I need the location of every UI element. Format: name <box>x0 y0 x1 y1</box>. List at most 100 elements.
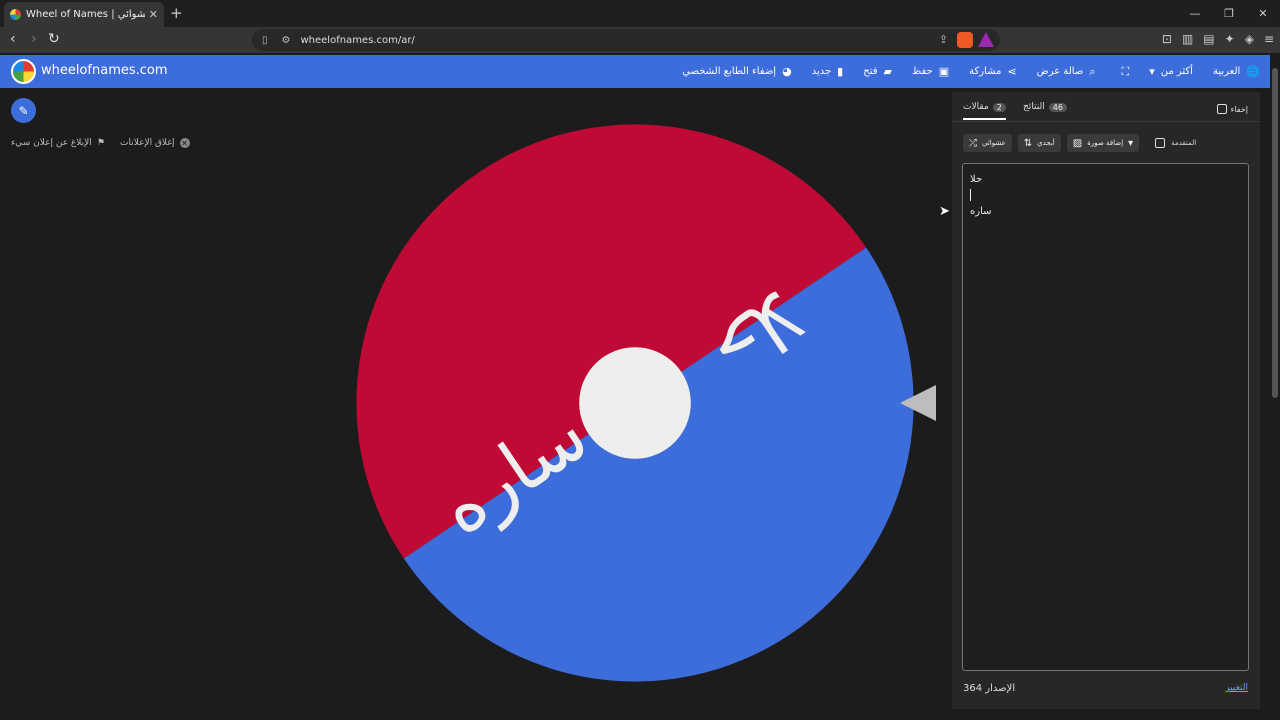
menu-item[interactable]: ⛶ <box>1115 65 1129 79</box>
entry-line-empty <box>970 188 1241 204</box>
close-window-button[interactable]: ✕ <box>1246 0 1280 27</box>
brave-shields-icon[interactable] <box>957 32 973 48</box>
share-page-icon[interactable]: ⇪ <box>939 33 948 46</box>
rewards-icon[interactable] <box>978 32 994 47</box>
wheel-center[interactable] <box>579 347 691 459</box>
tab-entries-label: مقالات <box>963 102 989 112</box>
site-logo[interactable] <box>11 59 36 84</box>
entry-line: ساره <box>970 206 992 217</box>
entries-toolbar: عشوائي ⤮ أبجدي ⇅ ▾ إضافة صورة ▨ المتقدمة <box>963 134 1196 152</box>
tab-results[interactable]: 46 النتائج <box>1023 102 1067 112</box>
panel-tabs: 2 مقالات 46 النتائج إخفاء <box>952 92 1260 122</box>
search-icon: ⌕ <box>1089 64 1096 78</box>
new-tab-button[interactable]: + <box>170 4 183 22</box>
sort-icon: ⇅ <box>1023 137 1033 149</box>
menu-item-label: إضفاء الطابع الشخصي <box>682 66 777 77</box>
page-scrollbar[interactable] <box>1272 68 1278 398</box>
url-text[interactable]: wheelofnames.com/ar/ <box>300 35 414 46</box>
hide-label: إخفاء <box>1230 104 1248 114</box>
file-icon: ▮ <box>837 65 844 78</box>
tab-entries[interactable]: 2 مقالات <box>963 102 1006 120</box>
browser-toolbar: ‹ › ↻ ▯ ⚙ wheelofnames.com/ar/ ⇪ ⊡ ▥ ▤ ✦… <box>0 27 1280 53</box>
address-bar[interactable]: ▯ ⚙ wheelofnames.com/ar/ ⇪ <box>252 29 1000 51</box>
shuffle-icon: ⤮ <box>969 137 977 149</box>
forward-icon[interactable]: › <box>31 31 37 47</box>
bookmark-icon[interactable]: ▯ <box>262 35 268 46</box>
site-name[interactable]: wheelofnames.com <box>41 63 168 78</box>
menu-item[interactable]: ⌕ صالة عرض <box>1037 65 1096 79</box>
edit-button[interactable]: ✎ <box>11 98 36 123</box>
restore-button[interactable]: ❐ <box>1212 0 1246 27</box>
close-ads-label: إغلاق الإعلانات <box>120 138 175 148</box>
menu-item-label: العربية <box>1212 66 1241 77</box>
wheel[interactable]: ساره حلا <box>356 124 914 682</box>
window-controls: — ❐ ✕ <box>1178 0 1280 27</box>
share-icon: ⋖ <box>1007 65 1017 78</box>
text-caret <box>970 189 971 201</box>
report-ad-label: الإبلاغ عن إعلان سيء <box>11 138 92 148</box>
close-ads-link[interactable]: إغلاق الإعلانات ✕ <box>120 138 190 148</box>
tab-search-icon[interactable]: ⊡ <box>1162 32 1172 46</box>
site-info-icon[interactable]: ⚙ <box>282 35 291 46</box>
flag-icon: ⚑ <box>96 138 105 148</box>
add-image-button[interactable]: ▾ إضافة صورة ▨ <box>1066 134 1140 152</box>
folder-icon: ▰ <box>883 65 892 78</box>
report-ad-link[interactable]: الإبلاغ عن إعلان سيء ⚑ <box>11 138 105 148</box>
advanced-checkbox[interactable]: المتقدمة <box>1155 138 1196 148</box>
tab-results-label: النتائج <box>1023 102 1045 112</box>
menu-item[interactable]: ▮ جديد <box>812 65 844 78</box>
browser-extensions: ⊡ ▥ ▤ ✦ ◈ ≡ <box>1162 32 1274 46</box>
palette-icon: ◕ <box>782 65 792 78</box>
image-icon: ▨ <box>1072 137 1083 149</box>
browser-tabstrip: Wheel of Names | الاسم العشوائي ✕ + — ❐ … <box>0 0 1280 27</box>
chevron-down-icon: ▾ <box>1128 137 1134 149</box>
menu-item[interactable]: ◕ إضفاء الطابع الشخصي <box>682 65 791 78</box>
results-count-badge: 46 <box>1048 102 1067 112</box>
pencil-icon: ✎ <box>18 103 29 118</box>
favicon-icon <box>10 9 21 20</box>
wheel-pointer <box>900 385 936 421</box>
menu-item-label: أكثر من <box>1160 66 1193 77</box>
chevron-down-icon: ▾ <box>1149 65 1155 78</box>
menu-item[interactable]: أكثر من ▾ <box>1149 65 1193 78</box>
wallet-icon[interactable]: ▤ <box>1203 32 1214 46</box>
save-icon: ▣ <box>938 65 950 78</box>
menu-item-label: حفظ <box>911 66 933 77</box>
advanced-label: المتقدمة <box>1171 139 1197 147</box>
mouse-cursor-icon: ➤ <box>939 204 950 219</box>
reload-icon[interactable]: ↻ <box>48 31 60 47</box>
menu-item-label: فتح <box>863 66 878 77</box>
version-label: الإصدار <box>985 683 1016 694</box>
close-circle-icon: ✕ <box>179 138 190 148</box>
entry-line: حلا <box>970 174 983 185</box>
minimize-button[interactable]: — <box>1178 0 1212 27</box>
menu-item[interactable]: 🌐 العربية <box>1213 65 1260 78</box>
sort-button[interactable]: أبجدي ⇅ <box>1017 134 1061 152</box>
menu-item-label: صالة عرض <box>1036 66 1084 77</box>
menu-icon[interactable]: ≡ <box>1264 32 1274 46</box>
browser-tab[interactable]: Wheel of Names | الاسم العشوائي ✕ <box>4 2 164 27</box>
entries-count-badge: 2 <box>992 102 1006 112</box>
tab-title: Wheel of Names | الاسم العشوائي <box>26 9 145 20</box>
leo-icon[interactable]: ✦ <box>1225 32 1235 46</box>
menu-item-label: جديد <box>811 66 832 77</box>
checkbox-icon <box>1216 104 1227 114</box>
vpn-icon[interactable]: ◈ <box>1245 32 1254 46</box>
app-header: wheelofnames.com 🌐 العربية أكثر من ▾ ⛶ ⌕ صالة … <box>0 55 1270 88</box>
changelog-link[interactable]: التغيير <box>1225 683 1248 693</box>
tab-close-icon[interactable]: ✕ <box>149 8 158 21</box>
sidebar-icon[interactable]: ▥ <box>1182 32 1193 46</box>
menu-item[interactable]: ▰ فتح <box>863 65 892 78</box>
sort-label: أبجدي <box>1037 139 1055 147</box>
header-menu: 🌐 العربية أكثر من ▾ ⛶ ⌕ صالة عرض ⋖ مشاركة ▣ حفظ ▰ فت… <box>682 55 1260 88</box>
shuffle-button[interactable]: عشوائي ⤮ <box>963 134 1012 152</box>
menu-item[interactable]: ▣ حفظ <box>912 65 949 78</box>
menu-item[interactable]: ⋖ مشاركة <box>969 65 1017 78</box>
hide-checkbox[interactable]: إخفاء <box>1216 104 1248 114</box>
version-info: 364 الإصدار <box>963 683 1015 694</box>
version-number: 364 <box>963 683 983 694</box>
add-image-label: إضافة صورة <box>1087 139 1124 147</box>
entries-textarea[interactable]: حلا ساره <box>962 163 1249 671</box>
globe-icon: 🌐 <box>1246 65 1260 78</box>
back-icon[interactable]: ‹ <box>10 31 16 47</box>
